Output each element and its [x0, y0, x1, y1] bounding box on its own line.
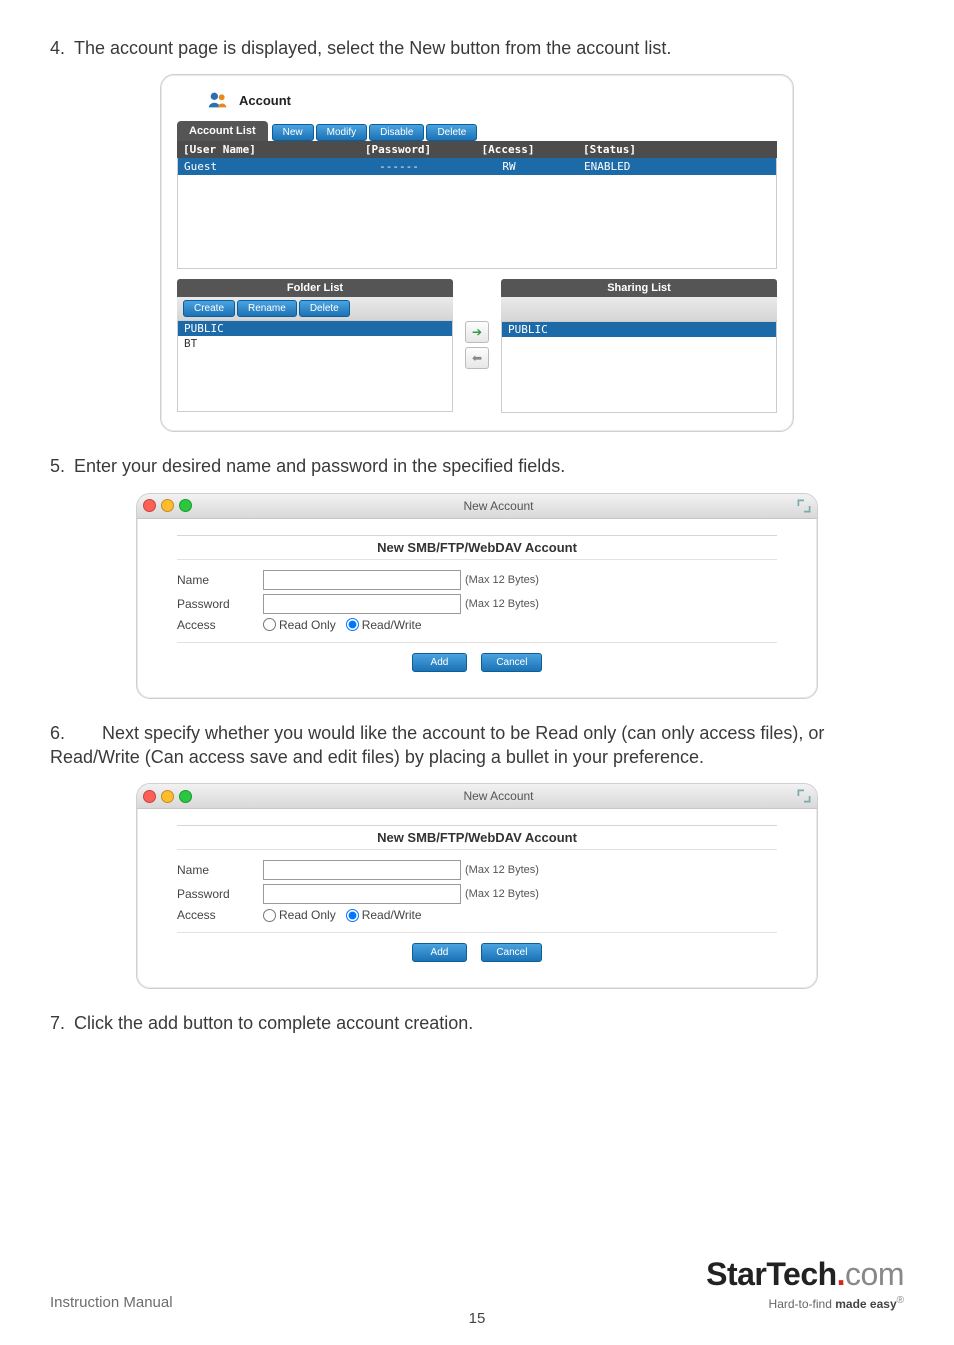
- expand-icon[interactable]: [797, 499, 811, 513]
- read-only-radio[interactable]: [263, 909, 276, 922]
- step-5-text: 5.Enter your desired name and password i…: [50, 454, 904, 478]
- sharing-list-pane: Sharing List PUBLIC: [501, 279, 777, 413]
- account-title: Account: [239, 93, 291, 108]
- dialog-window-title: New Account: [200, 499, 797, 513]
- col-pass-header: [Password]: [333, 143, 463, 156]
- close-icon[interactable]: [143, 499, 156, 512]
- account-list-tabbar: Account List New Modify Disable Delete: [177, 119, 777, 141]
- password-label: Password: [177, 597, 263, 611]
- name-field[interactable]: [263, 570, 461, 590]
- table-row[interactable]: Guest ------ RW ENABLED: [178, 158, 776, 175]
- cancel-button[interactable]: Cancel: [481, 943, 542, 962]
- folder-list-label: Folder List: [177, 279, 453, 297]
- disable-button[interactable]: Disable: [369, 124, 424, 141]
- step-4-text: 4.The account page is displayed, select …: [50, 36, 904, 60]
- name-hint: (Max 12 Bytes): [465, 864, 539, 876]
- close-icon[interactable]: [143, 790, 156, 803]
- expand-icon[interactable]: [797, 789, 811, 803]
- account-table-body[interactable]: Guest ------ RW ENABLED: [177, 158, 777, 269]
- folder-delete-button[interactable]: Delete: [299, 300, 350, 317]
- account-heading: Account: [207, 89, 777, 111]
- account-list-tab[interactable]: Account List: [177, 121, 268, 141]
- col-access-header: [Access]: [463, 143, 553, 156]
- create-button[interactable]: Create: [183, 300, 235, 317]
- list-item[interactable]: PUBLIC: [502, 322, 776, 337]
- folder-listbox[interactable]: PUBLIC BT: [177, 320, 453, 412]
- page-number: 15: [0, 1310, 954, 1327]
- minimize-icon[interactable]: [161, 790, 174, 803]
- cancel-button[interactable]: Cancel: [481, 653, 542, 672]
- sharing-listbox[interactable]: PUBLIC: [501, 321, 777, 413]
- password-field[interactable]: [263, 594, 461, 614]
- zoom-icon[interactable]: [179, 499, 192, 512]
- new-account-dialog-1: New Account New SMB/FTP/WebDAV Account N…: [136, 493, 818, 699]
- list-item[interactable]: PUBLIC: [178, 321, 452, 336]
- name-field[interactable]: [263, 860, 461, 880]
- name-label: Name: [177, 863, 263, 877]
- delete-button[interactable]: Delete: [426, 124, 477, 141]
- sharing-list-label: Sharing List: [501, 279, 777, 297]
- zoom-icon[interactable]: [179, 790, 192, 803]
- password-field[interactable]: [263, 884, 461, 904]
- account-panel: Account Account List New Modify Disable …: [160, 74, 794, 432]
- password-hint: (Max 12 Bytes): [465, 888, 539, 900]
- password-hint: (Max 12 Bytes): [465, 598, 539, 610]
- instruction-manual-label: Instruction Manual: [50, 1294, 173, 1311]
- col-user-header: [User Name]: [183, 143, 333, 156]
- rename-button[interactable]: Rename: [237, 300, 297, 317]
- dialog-titlebar: New Account: [137, 784, 817, 809]
- move-right-button[interactable]: ➔: [465, 321, 489, 343]
- startech-logo: StarTech.com Hard-to-find made easy®: [706, 1256, 904, 1311]
- list-item[interactable]: BT: [178, 336, 452, 351]
- minimize-icon[interactable]: [161, 499, 174, 512]
- name-label: Name: [177, 573, 263, 587]
- step-6-text: 6.Next specify whether you would like th…: [50, 721, 904, 770]
- read-write-radio[interactable]: [346, 909, 359, 922]
- col-status-header: [Status]: [553, 143, 771, 156]
- step-7-text: 7.Click the add button to complete accou…: [50, 1011, 904, 1035]
- modify-button[interactable]: Modify: [316, 124, 367, 141]
- password-label: Password: [177, 887, 263, 901]
- new-account-dialog-2: New Account New SMB/FTP/WebDAV Account N…: [136, 783, 818, 989]
- folder-list-pane: Folder List Create Rename Delete PUBLIC …: [177, 279, 453, 413]
- read-only-radio[interactable]: [263, 618, 276, 631]
- access-label: Access: [177, 618, 263, 632]
- dialog-titlebar: New Account: [137, 494, 817, 519]
- access-label: Access: [177, 908, 263, 922]
- new-button[interactable]: New: [272, 124, 314, 141]
- move-left-button[interactable]: ⬅: [465, 347, 489, 369]
- add-button[interactable]: Add: [412, 653, 468, 672]
- account-table-header: [User Name] [Password] [Access] [Status]: [177, 141, 777, 158]
- read-write-radio[interactable]: [346, 618, 359, 631]
- add-button[interactable]: Add: [412, 943, 468, 962]
- dialog-window-title: New Account: [200, 789, 797, 803]
- users-icon: [207, 89, 229, 111]
- dialog-heading: New SMB/FTP/WebDAV Account: [177, 825, 777, 850]
- dialog-heading: New SMB/FTP/WebDAV Account: [177, 535, 777, 560]
- name-hint: (Max 12 Bytes): [465, 574, 539, 586]
